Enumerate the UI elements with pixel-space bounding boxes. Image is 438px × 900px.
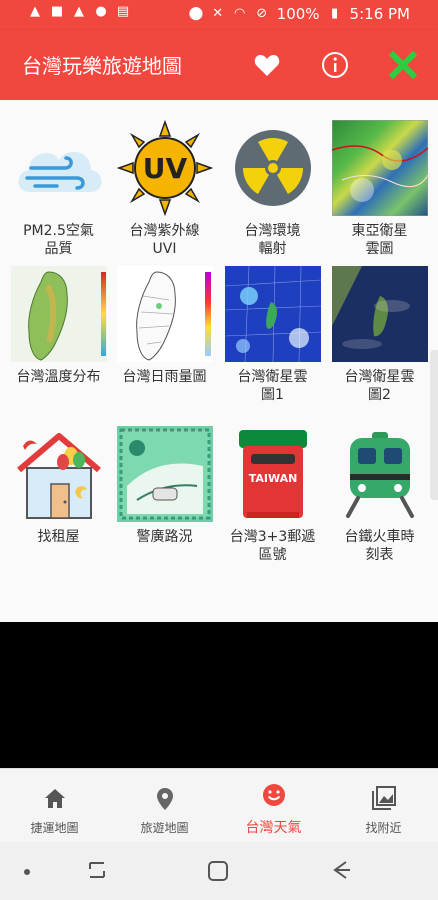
app-icon: ●: [95, 4, 107, 19]
status-right: ⬤ ✕ ◠ ⊘ 100% ▮ 5:16 PM: [189, 5, 410, 23]
grid-item-label: 找租屋: [37, 529, 80, 545]
grid-item-label: 東亞衛星 雲圖: [351, 223, 408, 257]
tile-radiation: [225, 120, 321, 216]
tab-nearby[interactable]: 找附近: [329, 769, 438, 843]
recent-apps-icon[interactable]: [86, 859, 108, 881]
document-icon: ▤: [116, 4, 130, 19]
satellite-cloud-map-image: [331, 120, 428, 216]
ad-banner-area: [0, 622, 438, 768]
taiwan-satellite2-image: [331, 266, 410, 349]
mute-icon: ✕: [212, 6, 224, 21]
back-icon[interactable]: [330, 859, 352, 881]
postbox-text: TAIWAN: [248, 472, 297, 485]
close-icon: [389, 51, 417, 79]
tile-rental: [11, 426, 107, 522]
clock: 5:16 PM: [349, 5, 410, 23]
location-icon: ⬤: [188, 6, 204, 21]
postbox-icon: TAIWAN: [238, 430, 307, 518]
bottom-navigation: 捷運地圖 旅遊地圖 台灣天氣 找附近: [0, 768, 438, 843]
grid-item-label: 台灣衛星雲 圖2: [344, 369, 415, 403]
grid-item-eastasia-satellite[interactable]: 東亞衛星 雲圖: [325, 120, 434, 258]
notification-icon: ■: [50, 4, 64, 19]
app-title: 台灣玩樂旅遊地圖: [22, 54, 182, 78]
uv-text: UV: [142, 152, 187, 185]
tile-traffic: [116, 426, 213, 522]
grid-item-label: 台灣日雨量圖: [122, 369, 207, 385]
taiwan-rainfall-map-image: [135, 271, 211, 361]
tile-postbox: TAIWAN: [225, 426, 321, 522]
tab-travel-map[interactable]: 旅遊地圖: [110, 769, 219, 843]
dot-indicator: [24, 869, 30, 875]
battery-icon: ▮: [330, 6, 339, 21]
warning-icon: ▲: [74, 4, 84, 19]
system-navigation-bar: [0, 842, 438, 900]
tab-label: 捷運地圖: [30, 821, 79, 835]
favorite-button[interactable]: [250, 48, 284, 82]
tile-satellite2-map: [331, 266, 428, 362]
tab-label: 找附近: [365, 821, 402, 835]
tab-taiwan-weather[interactable]: 台灣天氣: [219, 769, 328, 843]
dnd-icon: ⊘: [256, 6, 268, 21]
grid-item-pm25[interactable]: PM2.5空氣 品質: [4, 120, 113, 258]
cloud-wind-icon: [18, 151, 101, 192]
grid-item-label: 台灣紫外線 UVI: [129, 223, 200, 257]
grid-item-label: 台灣溫度分布: [16, 369, 101, 385]
grid-item-rainfall[interactable]: 台灣日雨量圖: [110, 266, 219, 386]
taiwan-temperature-map-image: [27, 271, 106, 361]
tile-uvi: UV: [116, 120, 213, 216]
taiwan-satellite1-image: [224, 266, 321, 362]
app-bar: 台灣玩樂旅遊地圖: [0, 30, 438, 100]
location-pin-icon: [157, 788, 173, 810]
tab-label: 旅遊地圖: [140, 821, 189, 835]
status-bar: ▲ ■ ▲ ● ▤ ⬤ ✕ ◠ ⊘ 100% ▮ 5:16 PM: [0, 0, 438, 30]
grid-item-label: 台灣3+3郵遞 區號: [229, 529, 316, 563]
grid-item-label: 警廣路況: [136, 529, 193, 545]
grid-item-traffic[interactable]: 警廣路況: [110, 426, 219, 546]
grid-item-label: 台灣衛星雲 圖1: [237, 369, 308, 403]
grid-item-rental[interactable]: 找租屋: [4, 426, 113, 546]
home-icon: [45, 789, 65, 808]
grid-item-label: 台鐵火車時 刻表: [344, 529, 415, 563]
tab-label: 台灣天氣: [245, 820, 302, 836]
grid-item-satellite2[interactable]: 台灣衛星雲 圖2: [325, 266, 434, 404]
house-icon: [16, 433, 101, 519]
sun-uv-icon: UV: [116, 120, 213, 216]
tile-rainfall-map: [116, 266, 213, 362]
grid-item-label: 台灣環境 輻射: [244, 223, 301, 257]
tile-temperature-map: [10, 266, 107, 362]
battery-percent: 100%: [276, 5, 320, 23]
heart-icon: [254, 55, 280, 76]
warning-icon: ▲: [30, 4, 40, 19]
home-button-icon[interactable]: [206, 859, 230, 883]
grid-item-train[interactable]: 台鐵火車時 刻表: [325, 426, 434, 564]
status-left-icons: ▲ ■ ▲ ● ▤: [28, 5, 130, 19]
info-button[interactable]: [318, 48, 352, 82]
grid-item-satellite1[interactable]: 台灣衛星雲 圖1: [218, 266, 327, 404]
close-button[interactable]: [386, 48, 420, 82]
info-icon: [322, 52, 348, 78]
tile-pm25: [11, 120, 107, 216]
smiley-icon: [263, 784, 285, 806]
tile-satellite-map: [331, 120, 428, 216]
content-area: PM2.5空氣 品質 UV 台灣紫外線 UVI 台灣環境 輻射 東亞衛星 雲圖 …: [0, 100, 438, 622]
side-panel-handle[interactable]: [430, 350, 438, 500]
grid-item-uvi[interactable]: UV 台灣紫外線 UVI: [110, 120, 219, 258]
gallery-icon: [372, 786, 396, 810]
grid-item-label: PM2.5空氣 品質: [23, 223, 94, 257]
traffic-stamp-image: [119, 428, 210, 520]
grid-item-temperature[interactable]: 台灣溫度分布: [4, 266, 113, 386]
grid-item-radiation[interactable]: 台灣環境 輻射: [218, 120, 327, 258]
tab-mrt-map[interactable]: 捷運地圖: [0, 769, 109, 843]
tile-satellite1-map: [224, 266, 321, 362]
grid-item-postcode[interactable]: TAIWAN 台灣3+3郵遞 區號: [218, 426, 327, 564]
tile-train: [332, 426, 428, 522]
train-icon: [345, 432, 414, 518]
radiation-icon: [234, 130, 311, 206]
wifi-icon: ◠: [233, 6, 246, 21]
